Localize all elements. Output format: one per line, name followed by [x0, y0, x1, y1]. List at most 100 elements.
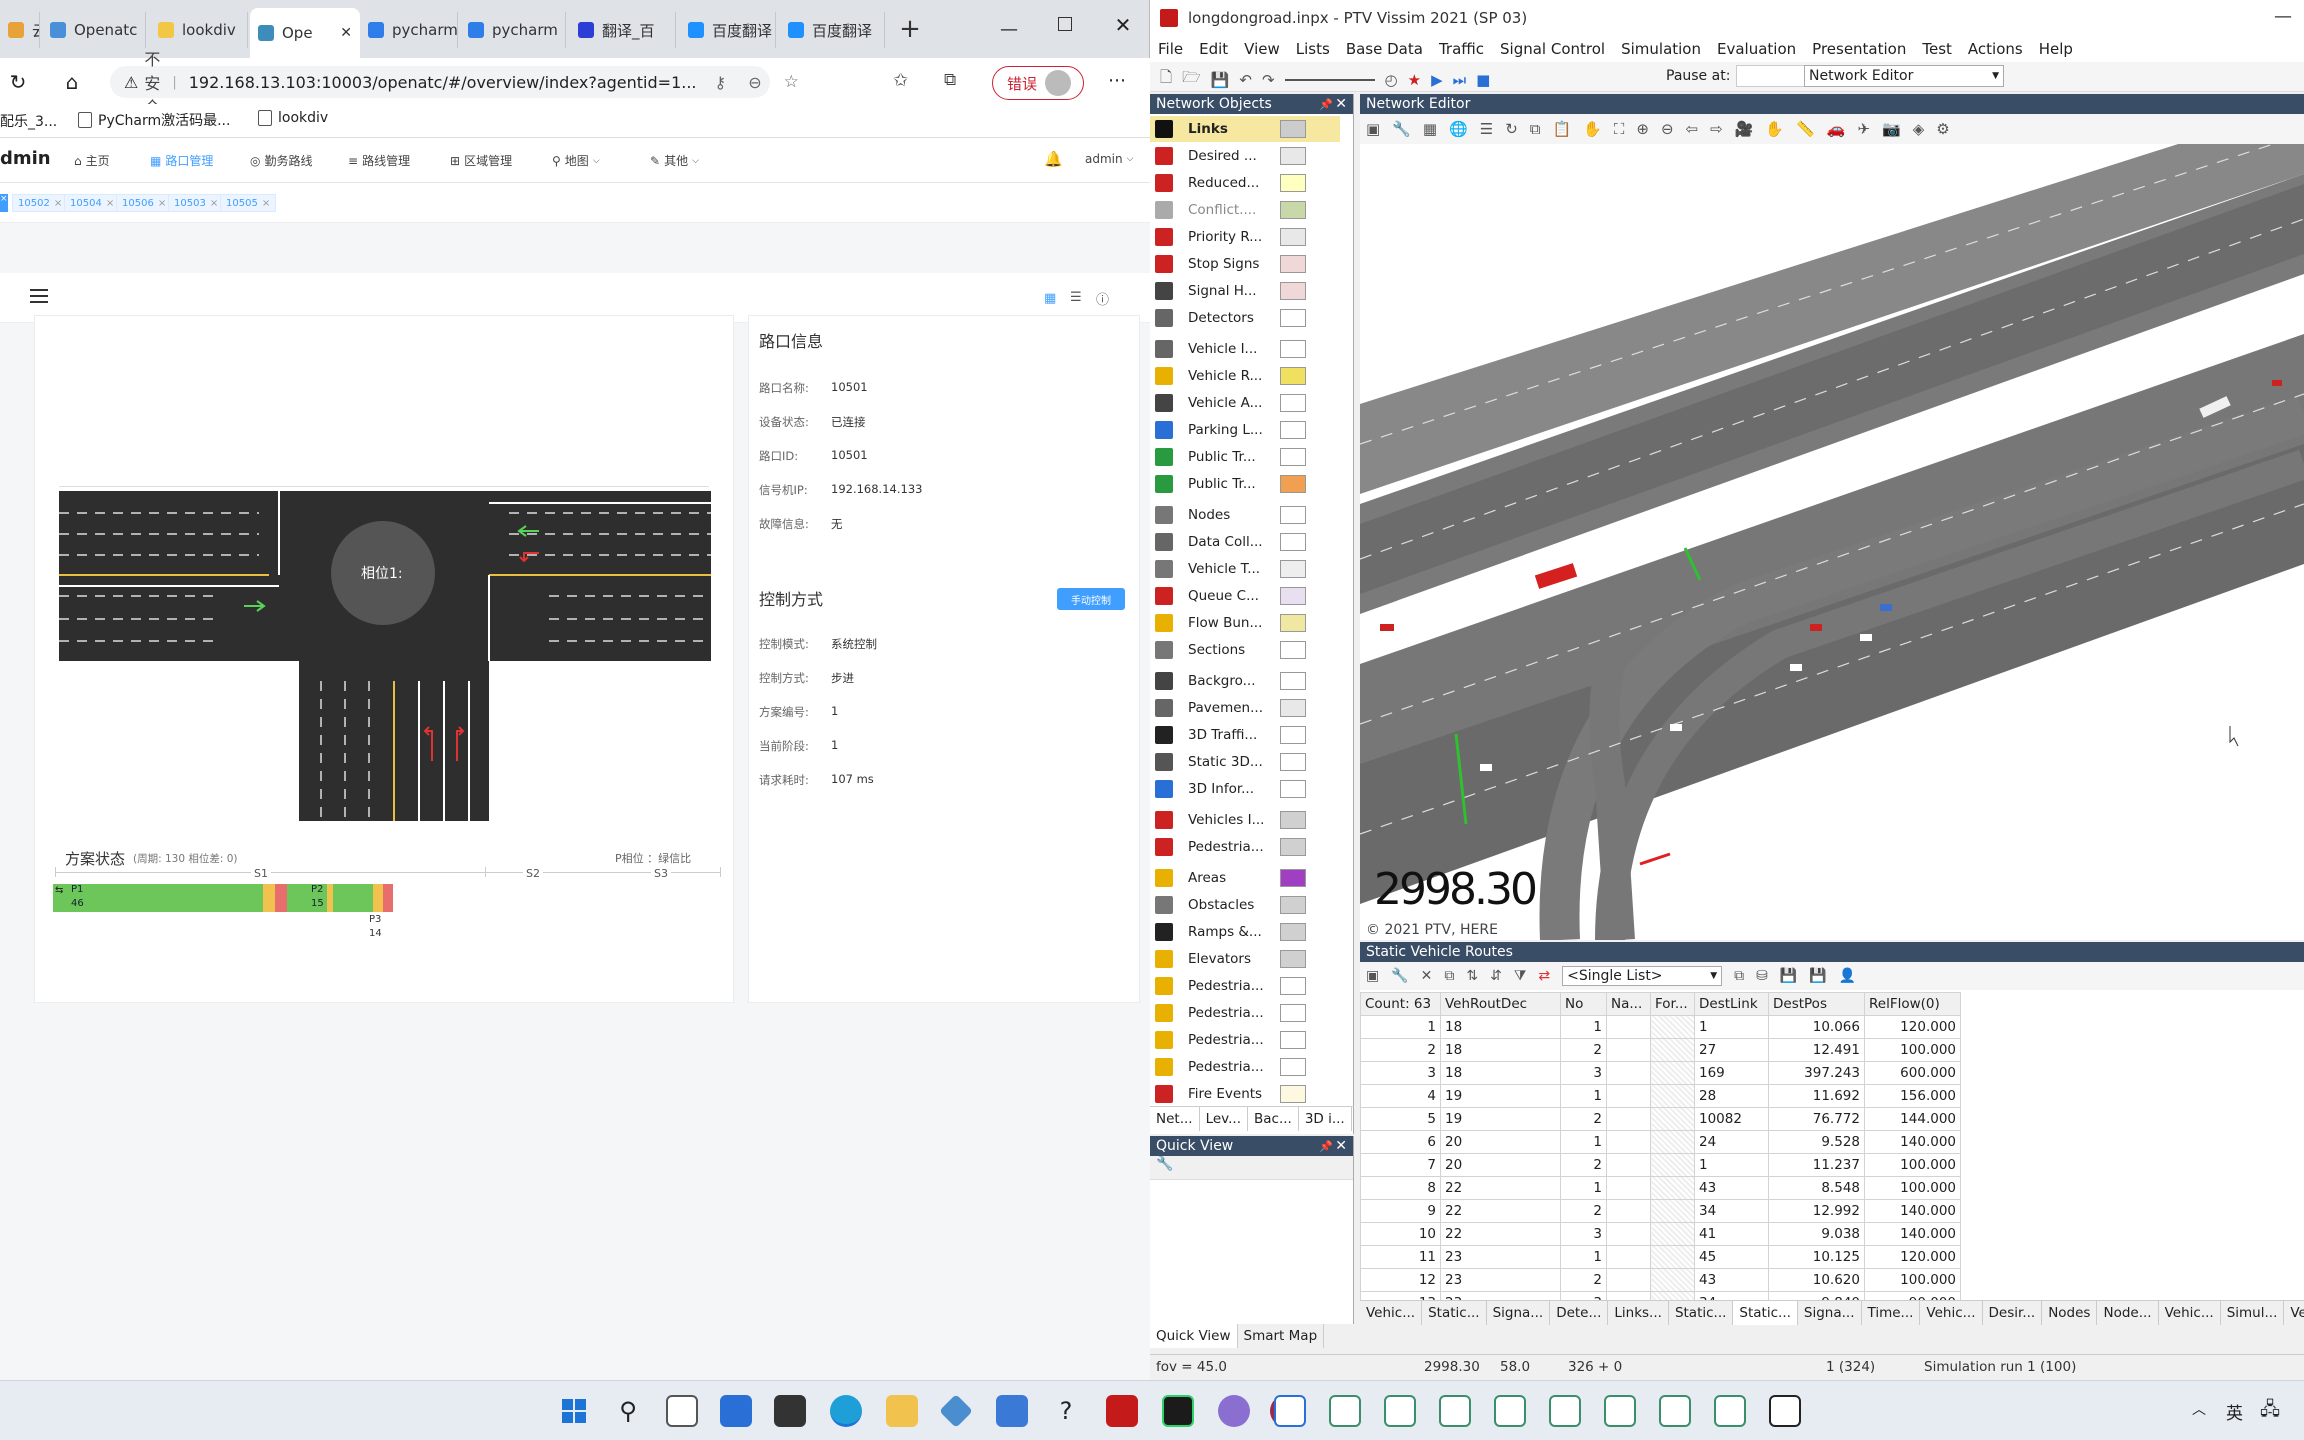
paste-icon[interactable]: 📋 [1553, 120, 1572, 138]
style-swatch[interactable] [1280, 147, 1306, 165]
list-icon[interactable]: ☰ [1480, 120, 1493, 138]
network-object-item[interactable]: Stop Signs [1150, 251, 1340, 277]
network-object-item[interactable]: Vehicle T... [1150, 556, 1340, 582]
browser-tab[interactable]: 翻译_百 [570, 12, 676, 48]
column-header[interactable]: VehRoutDec [1440, 992, 1561, 1016]
rotate-icon[interactable]: ↻ [1505, 120, 1518, 138]
bookmark-item[interactable]: PyCharm激活码最... [78, 110, 230, 130]
network-object-item[interactable]: Vehicle R... [1150, 363, 1340, 389]
taskbar-window-icon[interactable] [1329, 1395, 1361, 1427]
network-object-item[interactable]: Links [1150, 116, 1340, 142]
network-object-item[interactable]: Pedestria... [1150, 834, 1340, 860]
menu-item[interactable]: View [1236, 40, 1288, 58]
list-tab[interactable]: Signa... [1487, 1300, 1551, 1325]
zoom-in-icon[interactable]: ⊕ [1636, 120, 1649, 138]
save-icon[interactable]: 💾 [1211, 71, 1230, 89]
column-header[interactable]: RelFlow(0) [1864, 992, 1961, 1016]
style-swatch[interactable] [1280, 811, 1306, 829]
sync-icon[interactable]: ⇄ [1538, 968, 1550, 984]
copy-icon[interactable]: ⧉ [1734, 968, 1744, 984]
table-row[interactable]: 8 22 1 43 8.548 100.000 [1360, 1176, 1961, 1200]
table-row[interactable]: 3 18 3 169 397.243 600.000 [1360, 1061, 1961, 1085]
network-object-item[interactable]: Flow Bun... [1150, 610, 1340, 636]
collections-icon[interactable]: ⧉ [944, 70, 956, 90]
error-button[interactable]: 错误 [992, 66, 1084, 100]
close-icon[interactable]: × [158, 198, 166, 209]
zoom-all-icon[interactable]: ⛶ [1614, 120, 1625, 138]
menu-item[interactable]: Lists [1288, 40, 1338, 58]
vissim-app-icon[interactable] [1106, 1395, 1138, 1427]
more-menu-icon[interactable]: ⋯ [1108, 70, 1127, 91]
table-row[interactable]: 2 18 2 27 12.491 100.000 [1360, 1038, 1961, 1062]
url-field[interactable]: ⚠ 不安全 | 192.168.13.103:10003/openatc/#/o… [110, 50, 799, 117]
speed-slider[interactable] [1284, 78, 1375, 81]
style-swatch[interactable] [1280, 255, 1306, 273]
network-icon[interactable]: 🖧 [2260, 1397, 2280, 1427]
network-object-item[interactable]: Vehicles I... [1150, 807, 1340, 833]
favorite-add-icon[interactable]: ☆ [784, 72, 799, 92]
close-icon[interactable]: × [54, 198, 62, 209]
style-swatch[interactable] [1280, 869, 1306, 887]
nav-map[interactable]: ⚲ 地图 ⌵ [552, 152, 600, 169]
intersection-tag[interactable]: 10506 × [116, 194, 173, 212]
network-object-item[interactable]: Pedestria... [1150, 1027, 1340, 1053]
camera-icon[interactable]: 🎥 [1735, 120, 1754, 138]
style-swatch[interactable] [1280, 340, 1306, 358]
style-swatch[interactable] [1280, 950, 1306, 968]
plane-icon[interactable]: ✈ [1857, 120, 1870, 138]
network-object-item[interactable]: Reduced... [1150, 170, 1340, 196]
save-icon[interactable]: 💾 [1780, 968, 1797, 984]
intersection-tag[interactable]: 10503 × [168, 194, 225, 212]
nav-home[interactable]: ⌂ 主页 [74, 152, 110, 169]
style-swatch[interactable] [1280, 228, 1306, 246]
taskbar-window-icon[interactable] [1659, 1395, 1691, 1427]
style-swatch[interactable] [1280, 506, 1306, 524]
intersection-tag[interactable]: 10502 × [12, 194, 69, 212]
list-tab[interactable]: Links... [1608, 1300, 1669, 1325]
table-row[interactable]: 5 19 2 10082 76.772 144.000 [1360, 1107, 1961, 1131]
style-swatch[interactable] [1280, 699, 1306, 717]
style-swatch[interactable] [1280, 923, 1306, 941]
intersection-tag[interactable]: 10504 × [64, 194, 121, 212]
style-swatch[interactable] [1280, 309, 1306, 327]
intersection-tag[interactable]: 10505 × [220, 194, 277, 212]
network-object-item[interactable]: Detectors [1150, 305, 1340, 331]
style-swatch[interactable] [1280, 838, 1306, 856]
browser-tab[interactable]: pycharm [360, 12, 458, 48]
nav-route-management[interactable]: ≡ 路线管理 [348, 152, 410, 169]
network-object-item[interactable]: Public Tr... [1150, 444, 1340, 470]
column-header[interactable]: No [1560, 992, 1607, 1016]
network-object-item[interactable]: 3D Traffi... [1150, 722, 1340, 748]
browser-tab[interactable]: 百度翻译 [780, 12, 885, 48]
redo-icon[interactable]: ↷ [1262, 71, 1275, 89]
file-explorer-icon[interactable] [886, 1395, 918, 1427]
network-object-item[interactable]: Pedestria... [1150, 973, 1340, 999]
screenshot-icon[interactable]: 📷 [1882, 120, 1901, 138]
step-icon[interactable]: ⏭ [1453, 71, 1467, 89]
network-object-item[interactable]: Nodes [1150, 502, 1340, 528]
style-swatch[interactable] [1280, 174, 1306, 192]
select-icon[interactable]: ✋ [1765, 120, 1784, 138]
style-swatch[interactable] [1280, 448, 1306, 466]
list-tab[interactable]: Vehic... [1920, 1300, 1983, 1325]
widgets-icon[interactable] [720, 1395, 752, 1427]
play-icon[interactable]: ▶ [1431, 71, 1443, 89]
browser-tab[interactable]: 百度翻译 [680, 12, 776, 48]
column-header[interactable]: DestLink [1694, 992, 1769, 1016]
network-object-item[interactable]: Static 3D... [1150, 749, 1340, 775]
network-object-item[interactable]: Backgro... [1150, 668, 1340, 694]
copy-icon[interactable]: ⧉ [1530, 120, 1541, 138]
style-swatch[interactable] [1280, 475, 1306, 493]
menu-item[interactable]: Edit [1191, 40, 1236, 58]
grid-icon[interactable]: ▦ [1423, 120, 1437, 138]
network-object-item[interactable]: Obstacles [1150, 892, 1340, 918]
style-swatch[interactable] [1280, 120, 1306, 138]
maximize-icon[interactable] [1058, 17, 1072, 31]
delete-icon[interactable]: ✕ [1421, 968, 1433, 984]
panel-tab[interactable]: 3D i... [1299, 1106, 1352, 1131]
menu-item[interactable]: Actions [1960, 40, 2031, 58]
list-view-icon[interactable]: ☰ [1070, 290, 1082, 305]
list-tab[interactable]: Static... [1733, 1300, 1798, 1325]
browser-tab[interactable]: 云云办 [0, 12, 40, 48]
taskbar-window-icon[interactable] [1549, 1395, 1581, 1427]
